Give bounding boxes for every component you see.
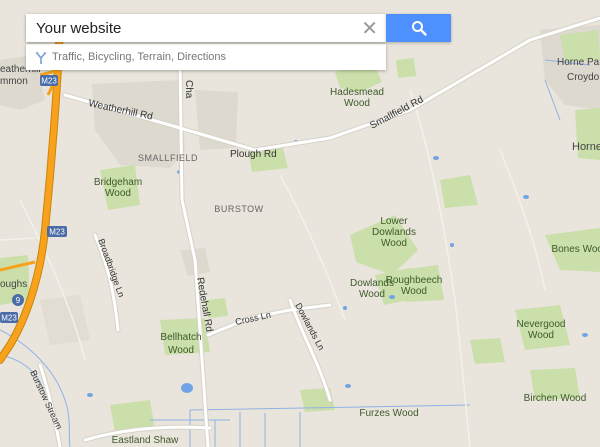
search-icon [411, 21, 427, 36]
place-label-bridgeham: Wood [105, 188, 131, 199]
place-label-nevergood: Nevergood [517, 319, 566, 330]
place-label-bridgeham: Bridgeham [94, 177, 142, 188]
place-label-nevergood: Wood [528, 330, 554, 341]
close-icon[interactable]: ✕ [361, 17, 378, 39]
place-label-dowlands: Dowlands [350, 278, 394, 289]
svg-text:M23: M23 [41, 77, 57, 86]
place-label-horne-park: Horne Par [557, 57, 600, 68]
road-label-plough: Plough Rd [230, 149, 277, 160]
fork-icon [35, 51, 47, 64]
place-label-bellhatch: Wood [168, 345, 194, 356]
motorway-shield: M23 [40, 75, 58, 86]
svg-text:9: 9 [16, 296, 21, 305]
place-label-horne: Horne [572, 141, 600, 153]
place-label-birchen: Birchen Wood [524, 393, 587, 404]
junction-marker: 9 [12, 294, 24, 306]
place-label-lower-dowlands: Dowlands [372, 227, 416, 238]
place-label-hadesmead: Wood [344, 98, 370, 109]
place-label-eastland: Eastland Shaw [112, 435, 179, 446]
road-label-chapel: Cha [183, 80, 194, 99]
place-label-dowlands: Wood [359, 289, 385, 300]
place-label-west: oughs [0, 279, 27, 290]
svg-text:M23: M23 [49, 228, 65, 237]
motorway-shield: M23 [0, 312, 18, 323]
map-layers-link[interactable]: Traffic, Bicycling, Terrain, Directions [52, 51, 226, 63]
place-label-roughbeech: Roughbeech [386, 275, 443, 286]
place-label-smallfield: SMALLFIELD [138, 153, 198, 163]
place-label-roughbeech: Wood [401, 286, 427, 297]
place-label-lower-dowlands: Lower [380, 216, 408, 227]
place-label-hadesmead: Hadesmead [330, 87, 384, 98]
place-label-furzes: Furzes Wood [359, 408, 418, 419]
motorway-shield: M23 [47, 226, 67, 237]
search-box: ✕ [26, 14, 386, 42]
place-label-lower-dowlands: Wood [381, 238, 407, 249]
place-label-weatherhill-common: mmon [0, 76, 28, 87]
place-label-burstow: BURSTOW [214, 204, 263, 214]
place-label-bellhatch: Bellhatch [160, 332, 201, 343]
map-options-bar: Traffic, Bicycling, Terrain, Directions [26, 44, 386, 70]
place-label-croydon: Croydo [567, 72, 600, 83]
place-label-bones: Bones Wood [551, 244, 600, 255]
svg-text:M23: M23 [1, 314, 17, 323]
search-button[interactable] [386, 14, 451, 42]
search-input[interactable] [36, 14, 346, 42]
